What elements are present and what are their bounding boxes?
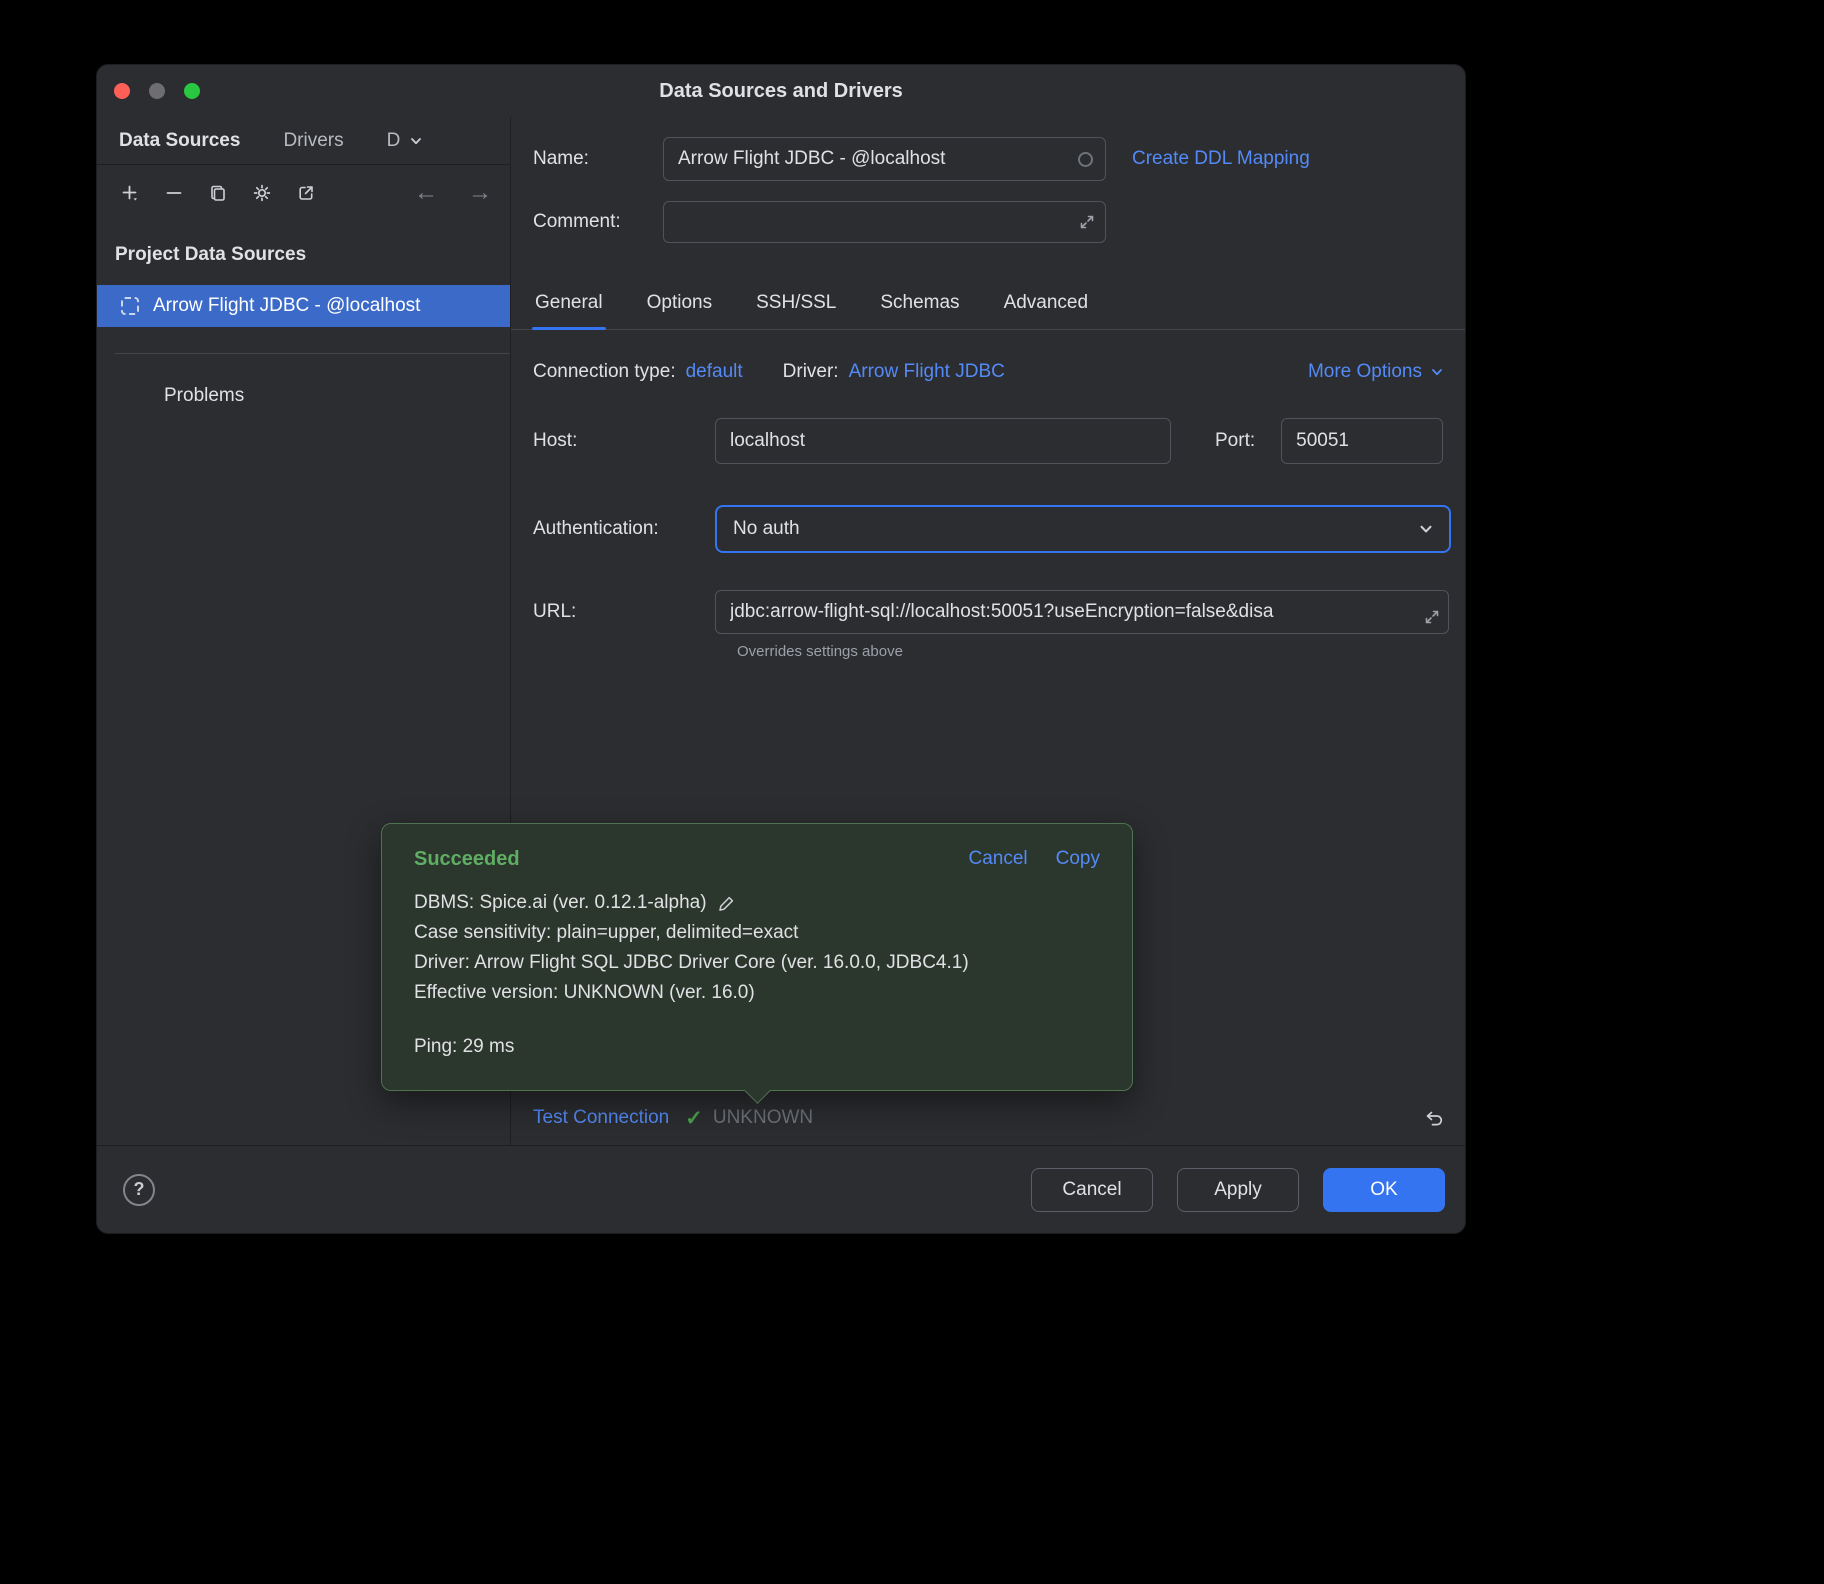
popup-case-line: Case sensitivity: plain=upper, delimited… — [414, 918, 1100, 948]
chevron-down-icon — [408, 133, 424, 149]
popup-ping-line: Ping: 29 ms — [414, 1032, 1100, 1062]
expand-url-icon[interactable] — [1423, 608, 1441, 626]
cancel-button[interactable]: Cancel — [1031, 1168, 1153, 1212]
name-input[interactable] — [663, 137, 1106, 181]
project-data-sources-header: Project Data Sources — [97, 235, 510, 275]
popup-driver-line: Driver: Arrow Flight SQL JDBC Driver Cor… — [414, 948, 1100, 978]
more-options-label: More Options — [1308, 361, 1422, 383]
revert-icon[interactable] — [1423, 1107, 1445, 1129]
export-icon[interactable] — [289, 176, 323, 210]
footer-buttons: Cancel Apply OK — [1031, 1168, 1445, 1212]
test-connection-link[interactable]: Test Connection — [533, 1107, 669, 1129]
sidebar-toolbar: ← → — [97, 165, 510, 221]
forward-icon[interactable]: → — [468, 181, 492, 205]
name-refresh-icon[interactable] — [1078, 152, 1093, 167]
dialog-footer: ? Cancel Apply OK — [97, 1145, 1465, 1233]
tab-ssh-ssl[interactable]: SSH/SSL — [756, 276, 836, 329]
edit-pencil-icon[interactable] — [717, 894, 736, 913]
popup-header: Succeeded Cancel Copy — [414, 846, 1100, 872]
authentication-dropdown[interactable]: No auth — [715, 505, 1451, 553]
remove-datasource-icon[interactable] — [157, 176, 191, 210]
port-field — [1281, 418, 1443, 464]
titlebar: Data Sources and Drivers — [97, 65, 1465, 117]
connection-type-row: Connection type: default Driver: Arrow F… — [511, 361, 1465, 383]
connection-type-value[interactable]: default — [686, 361, 743, 383]
popup-dbms-line: DBMS: Spice.ai (ver. 0.12.1-alpha) — [414, 888, 1100, 918]
driver-value-link[interactable]: Arrow Flight JDBC — [849, 361, 1005, 383]
sidebar-item-datasource[interactable]: Arrow Flight JDBC - @localhost — [97, 285, 510, 327]
test-status-text: UNKNOWN — [713, 1107, 813, 1129]
url-row: URL: — [511, 590, 1465, 634]
test-connection-row: Test Connection ✓ UNKNOWN — [511, 1091, 1465, 1145]
authentication-label: Authentication: — [533, 518, 715, 540]
expand-comment-icon[interactable] — [1078, 213, 1096, 231]
datasource-label: Arrow Flight JDBC - @localhost — [153, 295, 420, 317]
name-label: Name: — [533, 148, 663, 170]
tab-schemas[interactable]: Schemas — [880, 276, 959, 329]
create-ddl-mapping-link[interactable]: Create DDL Mapping — [1132, 148, 1310, 170]
popup-dbms-text: DBMS: Spice.ai (ver. 0.12.1-alpha) — [414, 888, 707, 918]
host-field — [715, 418, 1171, 464]
add-datasource-icon[interactable] — [113, 176, 147, 210]
sidebar-tabs: Data Sources Drivers D — [97, 117, 510, 165]
dialog-title: Data Sources and Drivers — [97, 65, 1465, 117]
back-icon[interactable]: ← — [414, 181, 438, 205]
name-field — [663, 137, 1106, 181]
chevron-down-icon — [1417, 520, 1435, 538]
tab-overflow[interactable]: D — [387, 117, 425, 164]
more-options-link[interactable]: More Options — [1308, 361, 1445, 383]
authentication-row: Authentication: No auth — [511, 505, 1465, 553]
data-sources-dialog: Data Sources and Drivers Data Sources Dr… — [96, 64, 1466, 1234]
duplicate-icon[interactable] — [201, 176, 235, 210]
chevron-down-icon — [1429, 364, 1445, 380]
port-input[interactable] — [1281, 418, 1443, 464]
sidebar-divider — [115, 353, 510, 354]
host-label: Host: — [533, 430, 715, 452]
connection-type-label: Connection type: — [533, 361, 676, 383]
popup-status: Succeeded — [414, 848, 520, 871]
desktop-background: Data Sources and Drivers Data Sources Dr… — [0, 0, 1824, 1584]
driver-label: Driver: — [783, 361, 839, 383]
help-button[interactable]: ? — [123, 1174, 155, 1206]
name-row: Name: Create DDL Mapping — [511, 137, 1465, 181]
settings-tabs: General Options SSH/SSL Schemas Advanced — [511, 276, 1465, 330]
port-label: Port: — [1215, 430, 1255, 452]
comment-input[interactable] — [663, 201, 1106, 243]
apply-button[interactable]: Apply — [1177, 1168, 1299, 1212]
tab-options[interactable]: Options — [647, 276, 712, 329]
tab-drivers[interactable]: Drivers — [283, 117, 343, 164]
popup-cancel-link[interactable]: Cancel — [968, 848, 1027, 870]
tab-overflow-label: D — [387, 130, 401, 152]
popup-copy-link[interactable]: Copy — [1056, 848, 1100, 870]
authentication-value: No auth — [733, 518, 800, 540]
host-row: Host: Port: — [511, 418, 1465, 464]
url-label: URL: — [533, 601, 715, 623]
ok-button[interactable]: OK — [1323, 1168, 1445, 1212]
comment-row: Comment: — [511, 201, 1465, 243]
comment-field — [663, 201, 1106, 243]
url-note: Overrides settings above — [715, 643, 1465, 660]
comment-label: Comment: — [533, 211, 663, 233]
url-input[interactable] — [715, 590, 1449, 634]
settings-gear-icon[interactable] — [245, 176, 279, 210]
tab-data-sources[interactable]: Data Sources — [119, 117, 240, 164]
sidebar-item-problems[interactable]: Problems — [97, 378, 510, 414]
host-input[interactable] — [715, 418, 1171, 464]
url-field — [715, 590, 1449, 634]
test-connection-popup: Succeeded Cancel Copy DBMS: Spice.ai (ve… — [381, 823, 1133, 1091]
tab-advanced[interactable]: Advanced — [1004, 276, 1089, 329]
datasource-icon — [121, 297, 139, 315]
popup-version-line: Effective version: UNKNOWN (ver. 16.0) — [414, 978, 1100, 1008]
tab-general[interactable]: General — [535, 276, 603, 329]
success-check-icon: ✓ — [685, 1106, 703, 1131]
